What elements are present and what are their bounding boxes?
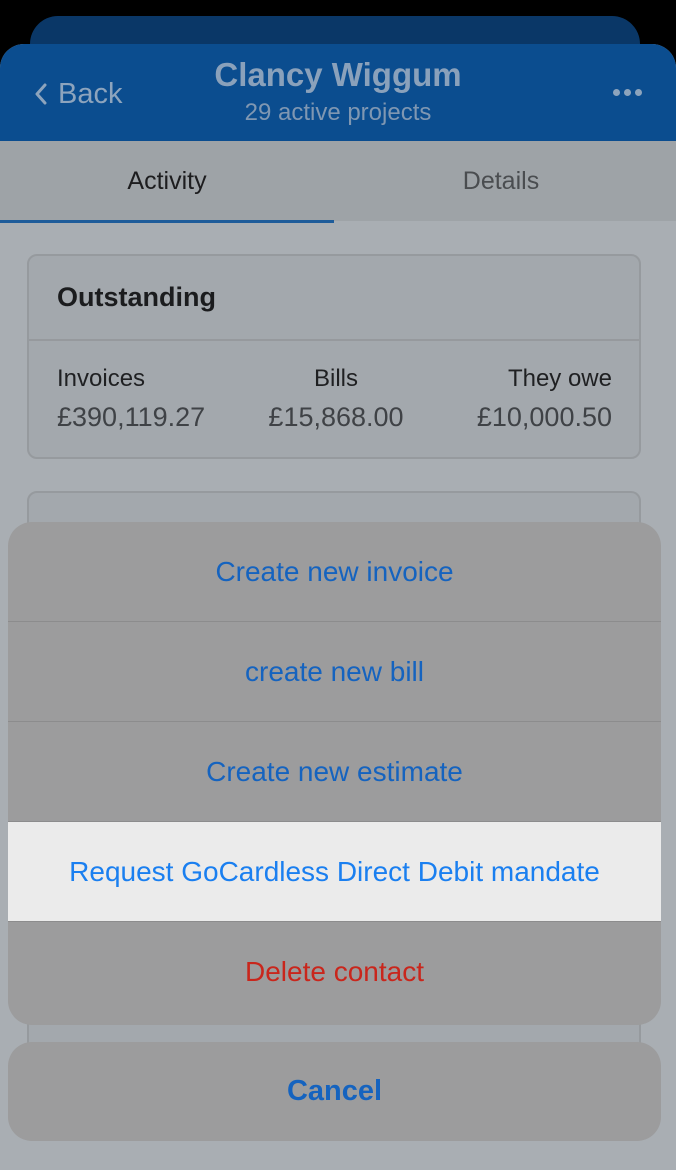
title-block: Clancy Wiggum 29 active projects — [0, 56, 676, 128]
ellipsis-icon — [624, 89, 631, 96]
ellipsis-icon — [635, 89, 642, 96]
request-gocardless-mandate-action[interactable]: Request GoCardless Direct Debit mandate — [8, 822, 661, 922]
invoices-label: Invoices — [57, 365, 146, 392]
delete-contact-action[interactable]: Delete contact — [8, 922, 661, 1022]
tab-bar: Activity Details — [0, 141, 676, 221]
create-bill-action[interactable]: create new bill — [8, 622, 661, 722]
tab-details[interactable]: Details — [334, 141, 668, 221]
create-invoice-action[interactable]: Create new invoice — [8, 522, 661, 622]
nav-bar: Back Clancy Wiggum 29 active projects — [0, 44, 676, 141]
bills-summary[interactable]: Bills £15,868.00 — [261, 364, 411, 432]
page-subtitle: 29 active projects — [244, 99, 432, 126]
outstanding-card: Outstanding Invoices £390,119.27 Bills £… — [27, 254, 641, 459]
they-owe-amount: £10,000.50 — [476, 402, 612, 432]
they-owe-summary[interactable]: They owe £10,000.50 — [477, 364, 612, 432]
action-sheet: Create new invoice create new bill Creat… — [8, 522, 661, 1025]
cancel-button[interactable]: Cancel — [8, 1042, 661, 1141]
bills-label: Bills — [313, 365, 358, 392]
ellipsis-icon — [613, 89, 620, 96]
create-estimate-action[interactable]: Create new estimate — [8, 722, 661, 822]
divider — [29, 339, 639, 341]
invoices-summary[interactable]: Invoices £390,119.27 — [57, 364, 205, 432]
they-owe-label: They owe — [507, 365, 612, 392]
outstanding-title: Outstanding — [57, 282, 216, 312]
more-button[interactable] — [613, 89, 642, 96]
tab-activity[interactable]: Activity — [0, 141, 334, 221]
page-title: Clancy Wiggum — [214, 56, 462, 93]
bills-amount: £15,868.00 — [268, 402, 404, 432]
active-tab-indicator — [0, 220, 334, 223]
invoices-amount: £390,119.27 — [57, 402, 206, 432]
